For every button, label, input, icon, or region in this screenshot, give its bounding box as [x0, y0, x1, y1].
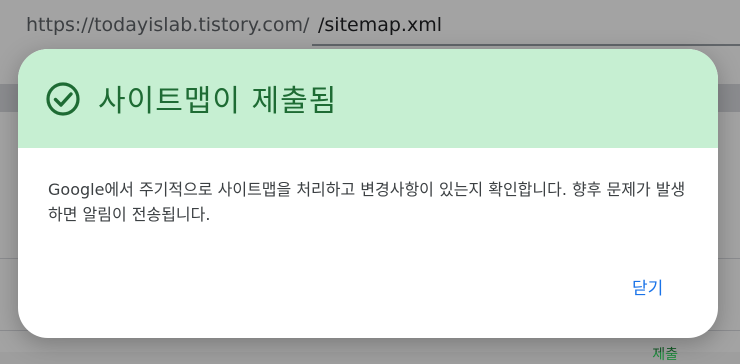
dialog-title: 사이트맵이 제출됨 — [98, 84, 338, 119]
close-button[interactable]: 닫기 — [618, 268, 677, 305]
dialog-message: Google에서 주기적으로 사이트맵을 처리하고 변경사항이 있는지 확인합니… — [48, 180, 686, 224]
check-circle-icon — [46, 82, 80, 116]
sitemap-submitted-dialog: 사이트맵이 제출됨 Google에서 주기적으로 사이트맵을 처리하고 변경사항… — [18, 49, 718, 338]
dialog-header: 사이트맵이 제출됨 — [18, 49, 718, 148]
